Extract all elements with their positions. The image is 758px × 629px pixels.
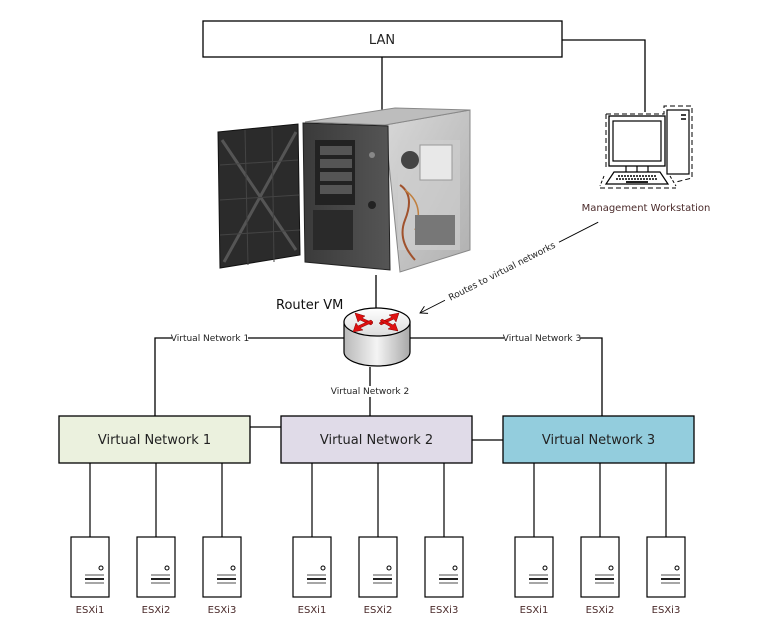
esxi-host[interactable]: ESXi1	[70, 463, 110, 616]
router-vm[interactable]: Router VM	[276, 298, 411, 367]
virtual-network-label: Virtual Network 2	[320, 433, 433, 448]
link-label-vn2: Virtual Network 2	[331, 387, 409, 397]
esxi-host[interactable]: ESXi3	[202, 463, 242, 616]
link-label-vn3: Virtual Network 3	[503, 334, 581, 344]
esxi-host[interactable]: ESXi2	[580, 463, 620, 616]
link-router-vn1	[154, 337, 344, 416]
lan-label: LAN	[369, 33, 395, 48]
management-workstation[interactable]: Management Workstation	[582, 105, 711, 214]
desktop-computer-icon	[599, 105, 693, 189]
server-icon	[580, 536, 620, 598]
host-label: ESXi2	[364, 605, 393, 616]
esxi-host[interactable]: ESXi3	[646, 463, 686, 616]
host-label: ESXi1	[76, 605, 105, 616]
server-icon	[292, 536, 332, 598]
link-label-vn1: Virtual Network 1	[171, 334, 249, 344]
esxi-host[interactable]: ESXi1	[514, 463, 554, 616]
host-label: ESXi1	[520, 605, 549, 616]
esxi-host[interactable]: ESXi1	[292, 463, 332, 616]
host-label: ESXi2	[142, 605, 171, 616]
host-label: ESXi3	[430, 605, 459, 616]
host-label: ESXi1	[298, 605, 327, 616]
esxi-host[interactable]: ESXi2	[136, 463, 176, 616]
server-icon	[358, 536, 398, 598]
host-label: ESXi2	[586, 605, 615, 616]
virtual-network-label: Virtual Network 3	[542, 433, 655, 448]
virtual-networks: Virtual Network 1 ESXi1 ESXi2 ESXi3 Virtual …	[58, 415, 695, 616]
lan-node[interactable]: LAN	[202, 20, 563, 58]
server-icon	[424, 536, 464, 598]
server-icon	[202, 536, 242, 598]
router-label: Router VM	[276, 298, 343, 313]
esxi-host[interactable]: ESXi3	[424, 463, 464, 616]
link-router-vn3	[410, 337, 603, 416]
virtual-network-3[interactable]: Virtual Network 3	[502, 415, 695, 464]
server-icon	[646, 536, 686, 598]
server-icon	[136, 536, 176, 598]
virtual-network-1[interactable]: Virtual Network 1	[58, 415, 251, 464]
server-tower-image	[217, 107, 471, 273]
server-icon	[514, 536, 554, 598]
virtual-network-label: Virtual Network 1	[98, 433, 211, 448]
host-label: ESXi3	[208, 605, 237, 616]
virtual-network-2[interactable]: Virtual Network 2	[280, 415, 473, 464]
router-icon	[343, 307, 411, 367]
esxi-host[interactable]: ESXi2	[358, 463, 398, 616]
link-lan-workstation	[562, 39, 646, 112]
workstation-label: Management Workstation	[582, 203, 711, 214]
server-icon	[70, 536, 110, 598]
host-label: ESXi3	[652, 605, 681, 616]
network-diagram: LAN Management Workstation Routes to vir…	[58, 20, 711, 616]
